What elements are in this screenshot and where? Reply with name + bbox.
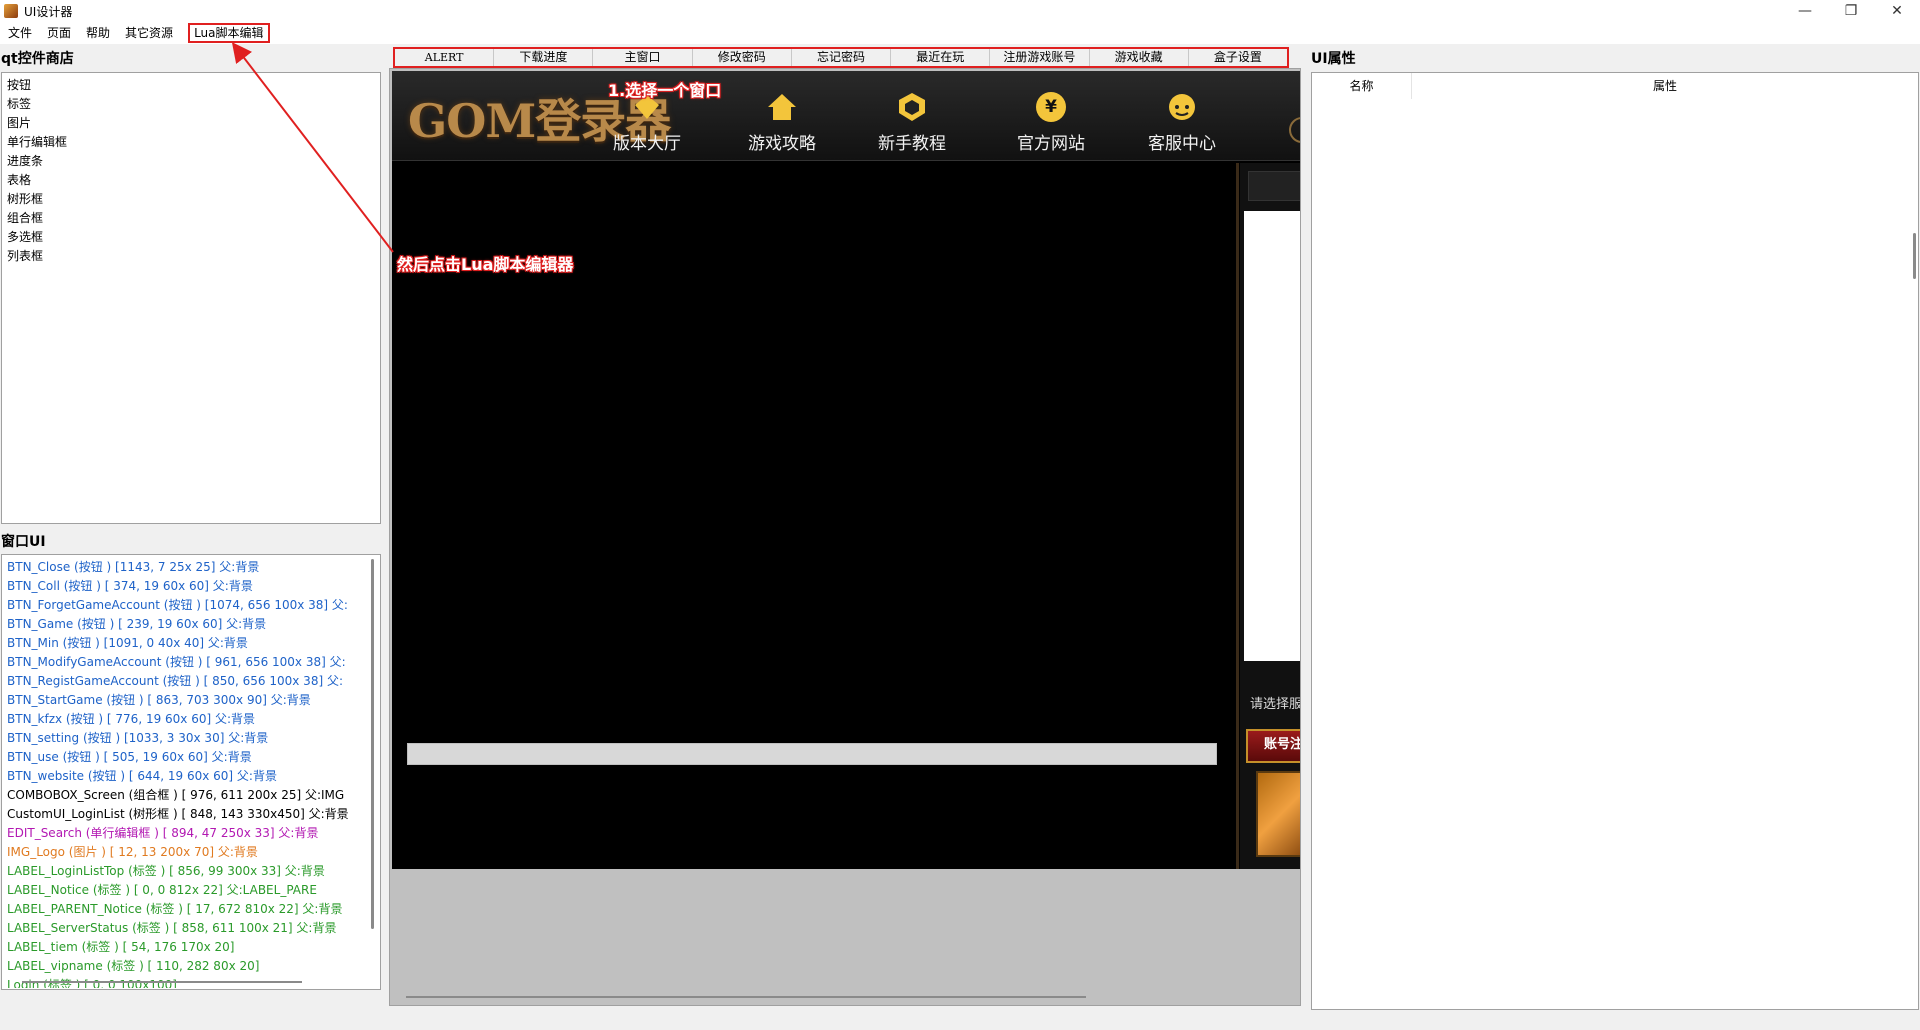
maximize-button[interactable]: ❐ [1828, 0, 1874, 22]
nav-official-website[interactable]: ¥ 官方网站 [1006, 87, 1096, 154]
widget-image[interactable]: 图片 [7, 114, 375, 133]
ui-list-row[interactable]: EDIT_Search (单行编辑框 ) [ 894, 47 250x 33] … [7, 824, 363, 843]
tab-box-settings[interactable]: 盒子设置 [1189, 49, 1287, 66]
widget-label[interactable]: 标签 [7, 95, 375, 114]
notice-progress-bar [407, 743, 1217, 765]
menu-bar: 文件 页面 帮助 其它资源 Lua脚本编辑 [0, 22, 1920, 44]
annotation-step2: 然后点击Lua脚本编辑器 [397, 255, 574, 274]
nav-label: 游戏攻略 [748, 134, 816, 154]
design-canvas[interactable]: GOM登录器 版本大厅 游戏攻略 新手教程 ¥ 官方网站 客服中心 请选择服 账… [389, 68, 1301, 1006]
properties-table: 名称 属性 [1311, 72, 1919, 1010]
ui-list-row[interactable]: BTN_StartGame (按钮 ) [ 863, 703 300x 90] … [7, 691, 363, 710]
home-icon [762, 87, 802, 127]
ui-list-vscroll-thumb[interactable] [371, 559, 374, 929]
menu-other-resources[interactable]: 其它资源 [118, 23, 180, 43]
ui-list-row[interactable]: BTN_Close (按钮 ) [1143, 7 25x 25] 父:背景 [7, 558, 363, 577]
nav-label: 新手教程 [878, 134, 946, 154]
ui-list-vscrollbar[interactable] [368, 559, 378, 984]
ui-list-row[interactable]: BTN_setting (按钮 ) [1033, 3 30x 30] 父:背景 [7, 729, 363, 748]
server-select-label: 请选择服 [1250, 697, 1301, 712]
ui-list-row[interactable]: BTN_Game (按钮 ) [ 239, 19 60x 60] 父:背景 [7, 615, 363, 634]
window-ui-rows: BTN_Close (按钮 ) [1143, 7 25x 25] 父:背景 BTN… [7, 558, 363, 988]
ui-list-row[interactable]: BTN_ForgetGameAccount (按钮 ) [1074, 656 1… [7, 596, 363, 615]
ui-list-row[interactable]: LABEL_PARENT_Notice (标签 ) [ 17, 672 810x… [7, 900, 363, 919]
ui-list-row[interactable]: BTN_Min (按钮 ) [1091, 0 40x 40] 父:背景 [7, 634, 363, 653]
ui-list-row[interactable]: IMG_Logo (图片 ) [ 12, 13 200x 70] 父:背景 [7, 843, 363, 862]
nav-label: 版本大厅 [613, 134, 681, 154]
widget-line-edit[interactable]: 单行编辑框 [7, 133, 375, 152]
close-button[interactable]: ✕ [1874, 0, 1920, 22]
shield-icon [892, 87, 932, 127]
widget-listbox[interactable]: 列表框 [7, 247, 375, 266]
ui-list-hscrollbar[interactable] [22, 981, 302, 983]
nav-beginner-tutorial[interactable]: 新手教程 [867, 87, 957, 154]
ui-list-row[interactable]: LABEL_LoginListTop (标签 ) [ 856, 99 300x … [7, 862, 363, 881]
yen-coin-icon: ¥ [1031, 87, 1071, 127]
nav-label: 官方网站 [1017, 134, 1085, 154]
login-side-pane: 请选择服 账号注 [1240, 163, 1301, 869]
search-box[interactable] [1248, 171, 1300, 201]
ui-list-row[interactable]: BTN_Coll (按钮 ) [ 374, 19 60x 60] 父:背景 [7, 577, 363, 596]
tab-recently-played[interactable]: 最近在玩 [891, 49, 991, 66]
properties-scroll-thumb[interactable] [1913, 233, 1916, 279]
headset-icon [1162, 87, 1202, 127]
ui-list-row[interactable]: LABEL_tiem (标签 ) [ 54, 176 170x 20] [7, 938, 363, 957]
tab-register-account[interactable]: 注册游戏账号 [990, 49, 1090, 66]
tab-change-password[interactable]: 修改密码 [693, 49, 792, 66]
launcher-header: GOM登录器 版本大厅 游戏攻略 新手教程 ¥ 官方网站 客服中心 [392, 71, 1300, 161]
tab-forgot-password[interactable]: 忘记密码 [792, 49, 892, 66]
pane-divider [1236, 163, 1239, 869]
tab-game-favorites[interactable]: 游戏收藏 [1090, 49, 1189, 66]
widget-combobox[interactable]: 组合框 [7, 209, 375, 228]
ui-list-row[interactable]: CustomUI_LoginList (树形框 ) [ 848, 143 330… [7, 805, 363, 824]
window-ui-title: 窗口UI [1, 534, 46, 550]
account-register-button[interactable]: 账号注 [1246, 729, 1300, 763]
menu-lua-script-editor[interactable]: Lua脚本编辑 [188, 23, 270, 43]
start-game-button[interactable] [1256, 771, 1300, 857]
column-name-header[interactable]: 名称 [1312, 73, 1412, 99]
nav-game-guide[interactable]: 游戏攻略 [737, 87, 827, 154]
ui-list-row[interactable]: LABEL_ServerStatus (标签 ) [ 858, 611 100x… [7, 919, 363, 938]
tab-download-progress[interactable]: 下载进度 [494, 49, 594, 66]
properties-header: 名称 属性 [1312, 73, 1918, 99]
column-property-header[interactable]: 属性 [1412, 73, 1918, 99]
menu-page[interactable]: 页面 [40, 23, 78, 43]
minimize-button[interactable]: — [1782, 0, 1828, 22]
nav-customer-service[interactable]: 客服中心 [1137, 87, 1227, 154]
widget-checkbox[interactable]: 多选框 [7, 228, 375, 247]
yen-glyph: ¥ [1036, 92, 1066, 122]
menu-file[interactable]: 文件 [1, 23, 39, 43]
settings-round-icon[interactable] [1289, 117, 1300, 143]
ui-list-row[interactable]: BTN_website (按钮 ) [ 644, 19 60x 60] 父:背景 [7, 767, 363, 786]
nav-label: 客服中心 [1148, 134, 1216, 154]
window-title: UI设计器 [24, 4, 73, 19]
ui-list-row[interactable]: BTN_kfzx (按钮 ) [ 776, 19 60x 60] 父:背景 [7, 710, 363, 729]
ui-list-row[interactable]: LABEL_vipname (标签 ) [ 110, 282 80x 20] [7, 957, 363, 976]
server-list[interactable] [1244, 211, 1300, 661]
window-controls: — ❐ ✕ [1782, 0, 1920, 22]
ui-properties-title: UI属性 [1311, 51, 1356, 67]
canvas-hscrollbar[interactable] [406, 996, 1086, 998]
game-launcher-preview[interactable]: GOM登录器 版本大厅 游戏攻略 新手教程 ¥ 官方网站 客服中心 请选择服 账… [392, 71, 1301, 869]
widget-tree[interactable]: 树形框 [7, 190, 375, 209]
widget-shop-title: qt控件商店 [1, 51, 74, 67]
menu-help[interactable]: 帮助 [79, 23, 117, 43]
widget-progress-bar[interactable]: 进度条 [7, 152, 375, 171]
tab-alert[interactable]: ALERT [395, 49, 495, 66]
ui-list-row[interactable]: BTN_ModifyGameAccount (按钮 ) [ 961, 656 1… [7, 653, 363, 672]
ui-list-row[interactable]: BTN_RegistGameAccount (按钮 ) [ 850, 656 1… [7, 672, 363, 691]
annotation-step1: 1.选择一个窗口 [608, 81, 722, 100]
window-ui-list: BTN_Close (按钮 ) [1143, 7 25x 25] 父:背景 BTN… [1, 554, 381, 990]
window-tab-bar: ALERT 下载进度 主窗口 修改密码 忘记密码 最近在玩 注册游戏账号 游戏收… [393, 47, 1289, 68]
widget-shop-list: 按钮 标签 图片 单行编辑框 进度条 表格 树形框 组合框 多选框 列表框 [1, 72, 381, 524]
tab-main-window[interactable]: 主窗口 [593, 49, 693, 66]
app-icon [4, 4, 18, 18]
ui-list-row[interactable]: LABEL_Notice (标签 ) [ 0, 0 812x 22] 父:LAB… [7, 881, 363, 900]
widget-table[interactable]: 表格 [7, 171, 375, 190]
ui-list-row[interactable]: COMBOBOX_Screen (组合框 ) [ 976, 611 200x 2… [7, 786, 363, 805]
widget-button[interactable]: 按钮 [7, 76, 375, 95]
title-bar: UI设计器 — ❐ ✕ [0, 0, 1920, 22]
ui-list-row[interactable]: BTN_use (按钮 ) [ 505, 19 60x 60] 父:背景 [7, 748, 363, 767]
